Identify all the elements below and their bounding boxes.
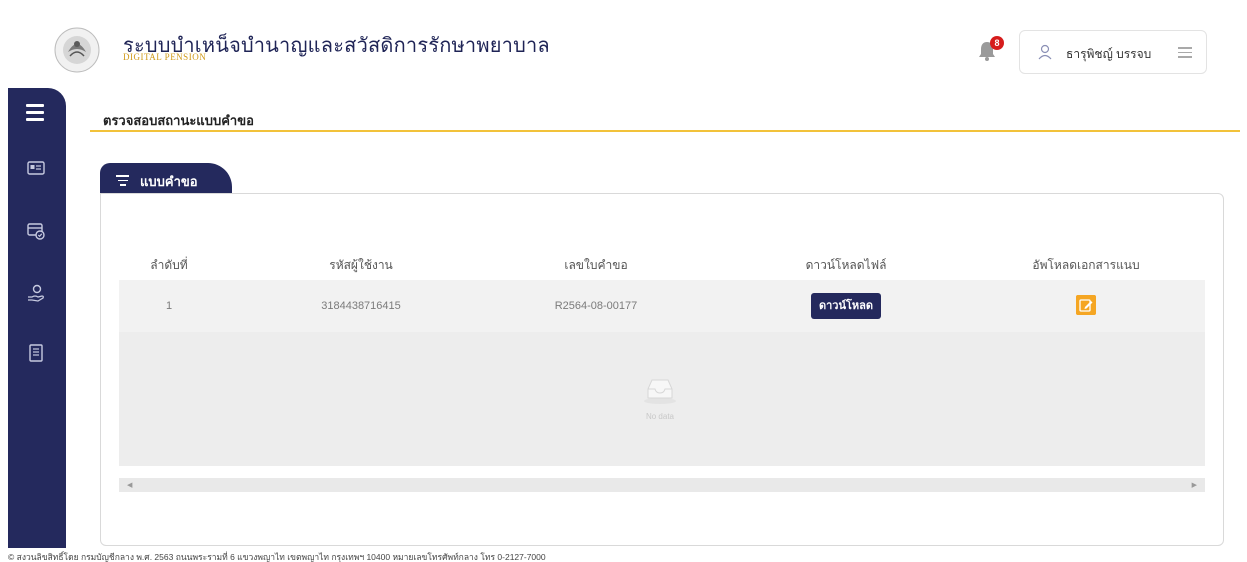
sidebar-item-welfare-icon[interactable] bbox=[26, 283, 46, 303]
scroll-right-icon[interactable]: ▶ bbox=[1192, 481, 1197, 489]
government-emblem-logo bbox=[54, 27, 100, 73]
user-icon bbox=[1038, 44, 1052, 60]
column-header-user-id: รหัสผู้ใช้งาน bbox=[329, 258, 393, 272]
cell-request-no: R2564-08-00177 bbox=[554, 300, 638, 312]
sidebar bbox=[8, 88, 66, 548]
table-header: ลำดับที่ รหัสผู้ใช้งาน เลขใบคำขอ ดาวน์โห… bbox=[119, 244, 1205, 280]
cell-user-id: 3184438716415 bbox=[321, 300, 401, 312]
empty-state-text: No data bbox=[645, 412, 675, 421]
header-menu-icon[interactable] bbox=[1178, 47, 1192, 61]
footer-copyright: © สงวนลิขสิทธิ์โดย กรมบัญชีกลาง พ.ศ. 256… bbox=[8, 552, 546, 562]
user-name: ธารุพิชญ์ บรรจบ bbox=[1066, 47, 1152, 61]
table-body: 1 3184438716415 R2564-08-00177 ดาวน์โหลด bbox=[119, 280, 1205, 466]
horizontal-scrollbar[interactable]: ◀ ▶ bbox=[119, 478, 1205, 492]
cell-index: 1 bbox=[165, 300, 173, 312]
tab-request-form[interactable]: แบบคำขอ bbox=[100, 163, 232, 195]
notification-badge: 8 bbox=[990, 36, 1004, 50]
tab-label: แบบคำขอ bbox=[140, 174, 198, 189]
sidebar-item-payment-icon[interactable] bbox=[26, 221, 46, 241]
user-menu[interactable]: ธารุพิชญ์ บรรจบ bbox=[1019, 30, 1207, 74]
filter-icon bbox=[116, 175, 129, 189]
empty-inbox-icon bbox=[644, 379, 676, 404]
sidebar-toggle-icon[interactable] bbox=[26, 104, 44, 125]
table-row: 1 3184438716415 R2564-08-00177 ดาวน์โหลด bbox=[119, 280, 1205, 332]
column-header-upload: อัพโหลดเอกสารแนบ bbox=[1032, 258, 1140, 272]
request-table: ลำดับที่ รหัสผู้ใช้งาน เลขใบคำขอ ดาวน์โห… bbox=[119, 244, 1205, 492]
page-title: ตรวจสอบสถานะแบบคำขอ bbox=[103, 113, 254, 128]
request-table-card: ลำดับที่ รหัสผู้ใช้งาน เลขใบคำขอ ดาวน์โห… bbox=[100, 193, 1224, 546]
column-header-download: ดาวน์โหลดไฟล์ bbox=[805, 258, 887, 272]
page: ระบบบำเหน็จบำนาญและสวัสดิการรักษาพยาบาล … bbox=[0, 0, 1247, 562]
scroll-left-icon[interactable]: ◀ bbox=[127, 481, 132, 489]
column-header-request-no: เลขใบคำขอ bbox=[564, 258, 628, 272]
title-divider bbox=[90, 130, 1240, 132]
sidebar-item-id-card-icon[interactable] bbox=[26, 158, 46, 178]
sidebar-item-document-icon[interactable] bbox=[26, 343, 46, 363]
header: ระบบบำเหน็จบำนาญและสวัสดิการรักษาพยาบาล … bbox=[8, 8, 1238, 88]
column-header-index: ลำดับที่ bbox=[150, 258, 188, 272]
app-subtitle: DIGITAL PENSION bbox=[123, 52, 207, 62]
upload-edit-icon[interactable] bbox=[1076, 295, 1096, 315]
download-button[interactable]: ดาวน์โหลด bbox=[811, 293, 881, 319]
